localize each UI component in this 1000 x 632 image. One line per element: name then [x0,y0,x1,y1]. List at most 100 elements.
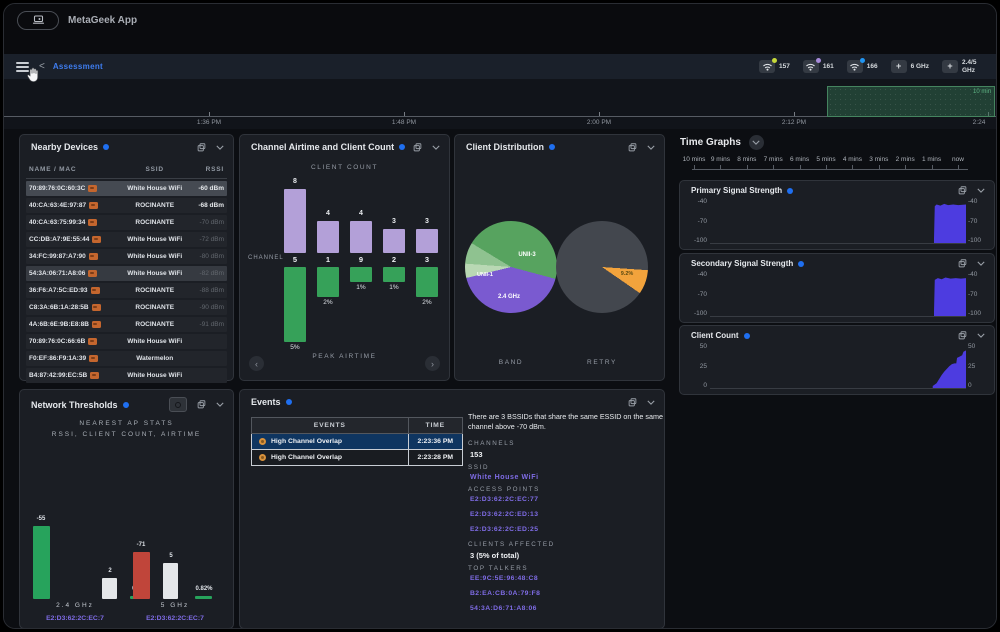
timeline-selection[interactable]: 10 min [827,86,995,117]
client-count-bar[interactable] [383,229,405,253]
col-ssid[interactable]: SSID [121,166,188,173]
device-row[interactable]: 70:89:76:0C:66:6B White House WiFi [26,334,227,349]
ap-link[interactable]: E2:D3:62:2C:EC:7 [20,615,130,622]
next-page-button[interactable]: › [425,356,440,371]
col-time[interactable]: TIME [408,418,462,433]
graph-plot[interactable] [710,202,966,244]
access-point-link[interactable]: E2:D3:62:2C:EC:77 [470,496,664,503]
copy-icon[interactable] [958,259,967,268]
airtime-bar[interactable] [284,267,306,342]
channel-filter-button[interactable]: 166 [847,60,878,73]
info-icon[interactable] [123,402,129,408]
device-row[interactable]: 54:3A:06:71:A8:06 White House WiFi -82 d… [26,266,227,281]
ap-link[interactable]: E2:D3:62:2C:EC:7 [120,615,230,622]
add-band-button[interactable]: +2.4/5 GHz [942,59,986,74]
client-count-bar[interactable] [416,229,438,253]
scale-label[interactable]: now [952,156,964,163]
scale-label[interactable]: 3 mins [869,156,888,163]
info-icon[interactable] [286,399,292,405]
device-row[interactable]: C8:3A:6B:1A:28:5B ROCINANTE -90 dBm [26,300,227,315]
device-row[interactable]: 70:89:76:0C:60:3C White House WiFi -60 d… [26,181,227,196]
copy-icon[interactable] [628,143,637,152]
device-row[interactable]: F0:EF:86:F9:1A:39 Watermelon [26,351,227,366]
chevron-down-icon[interactable] [647,400,655,405]
scale-label[interactable]: 8 mins [737,156,756,163]
device-row[interactable]: 36:F6:A7:5C:ED:93 ROCINANTE -88 dBm [26,283,227,298]
access-point-link[interactable]: E2:D3:62:2C:ED:13 [470,511,664,518]
rssi-bar[interactable] [33,526,50,599]
scale-label[interactable]: 10 mins [683,156,706,163]
col-name-mac[interactable]: NAME / MAC [26,166,121,173]
scale-label[interactable]: 5 mins [816,156,835,163]
device-row[interactable]: 40:CA:63:75:99:34 ROCINANTE -70 dBm [26,215,227,230]
clients-bar[interactable] [102,578,117,599]
chevron-down-icon[interactable] [432,145,440,150]
info-icon[interactable] [798,261,804,267]
add-band-button[interactable]: +6 GHz [891,60,929,73]
scale-label[interactable]: 6 mins [790,156,809,163]
airtime-bar[interactable] [383,267,405,282]
scale-label[interactable]: 1 mins [922,156,941,163]
menu-icon[interactable] [16,60,29,74]
client-count-bar[interactable] [284,189,306,253]
event-row[interactable]: High Channel Overlap 2:23:36 PM [251,434,463,450]
info-icon[interactable] [744,333,750,339]
top-talker-link[interactable]: 54:3A:D6:71:A8:06 [470,605,664,612]
scale-label[interactable]: 9 mins [711,156,730,163]
ssid-link[interactable]: White House WiFi [470,474,664,481]
thresholds-subtitle: NEAREST AP STATS RSSI, CLIENT COUNT, AIR… [20,418,233,440]
collapse-button[interactable] [749,135,764,150]
channel-filter-button[interactable]: 157 [759,60,790,73]
snapshot-button[interactable] [169,397,187,412]
client-count-bar[interactable] [317,221,339,253]
col-events[interactable]: EVENTS [252,418,408,433]
scale-label[interactable]: 2 mins [896,156,915,163]
copy-icon[interactable] [413,143,422,152]
copy-icon[interactable] [628,398,637,407]
breadcrumb[interactable]: Assessment [53,62,103,71]
prev-page-button[interactable]: ‹ [249,356,264,371]
copy-icon[interactable] [197,143,206,152]
chevron-down-icon[interactable] [977,188,985,193]
info-icon[interactable] [103,144,109,150]
graph-plot[interactable] [710,275,966,317]
airtime-bar[interactable] [416,267,438,297]
retry-pie-chart[interactable] [556,221,648,313]
copy-icon[interactable] [958,186,967,195]
access-point-link[interactable]: E2:D3:62:2C:ED:25 [470,526,664,533]
top-talker-link[interactable]: EE:9C:5E:96:48:C8 [470,575,664,582]
scale-label[interactable]: 7 mins [764,156,783,163]
channel-filter-button[interactable]: 161 [803,60,834,73]
graph-plot[interactable] [710,347,966,389]
info-icon[interactable] [399,144,405,150]
scale-label[interactable]: 4 mins [843,156,862,163]
device-row[interactable]: 40:CA:63:4E:97:87 ROCINANTE -68 dBm [26,198,227,213]
copy-icon[interactable] [197,400,206,409]
timeline[interactable]: 1:36 PM 1:48 PM 2:00 PM 2:12 PM 2:24 10 … [4,79,996,129]
device-row[interactable]: CC:DB:A7:9E:55:44 White House WiFi -72 d… [26,232,227,247]
copy-icon[interactable] [958,331,967,340]
rssi-bar[interactable] [133,552,150,599]
client-count-value: 3 [412,218,442,225]
top-talker-link[interactable]: B2:EA:CB:0A:79:F8 [470,590,664,597]
col-rssi[interactable]: RSSI [188,166,227,173]
event-row[interactable]: High Channel Overlap 2:23:28 PM [251,450,463,466]
clients-bar[interactable] [163,563,178,599]
device-row[interactable]: 4A:6B:6E:9B:E8:8B ROCINANTE -91 dBm [26,317,227,332]
airtime-bar[interactable] [350,267,372,282]
airtime-bar[interactable] [195,596,212,599]
time-scale[interactable]: 10 mins 9 mins 8 mins 7 mins 6 mins 5 mi… [680,156,970,172]
chevron-down-icon[interactable] [977,333,985,338]
info-icon[interactable] [787,188,793,194]
chevron-down-icon[interactable] [977,261,985,266]
device-row[interactable]: B4:87:42:99:EC:5B White House WiFi [26,368,227,383]
chevron-down-icon[interactable] [216,145,224,150]
back-button[interactable]: < [39,61,45,72]
chevron-down-icon[interactable] [216,402,224,407]
window-tab[interactable] [17,11,59,30]
info-icon[interactable] [549,144,555,150]
airtime-bar[interactable] [317,267,339,297]
device-row[interactable]: 34:FC:99:87:A7:90 White House WiFi -80 d… [26,249,227,264]
chevron-down-icon[interactable] [647,145,655,150]
client-count-bar[interactable] [350,221,372,253]
